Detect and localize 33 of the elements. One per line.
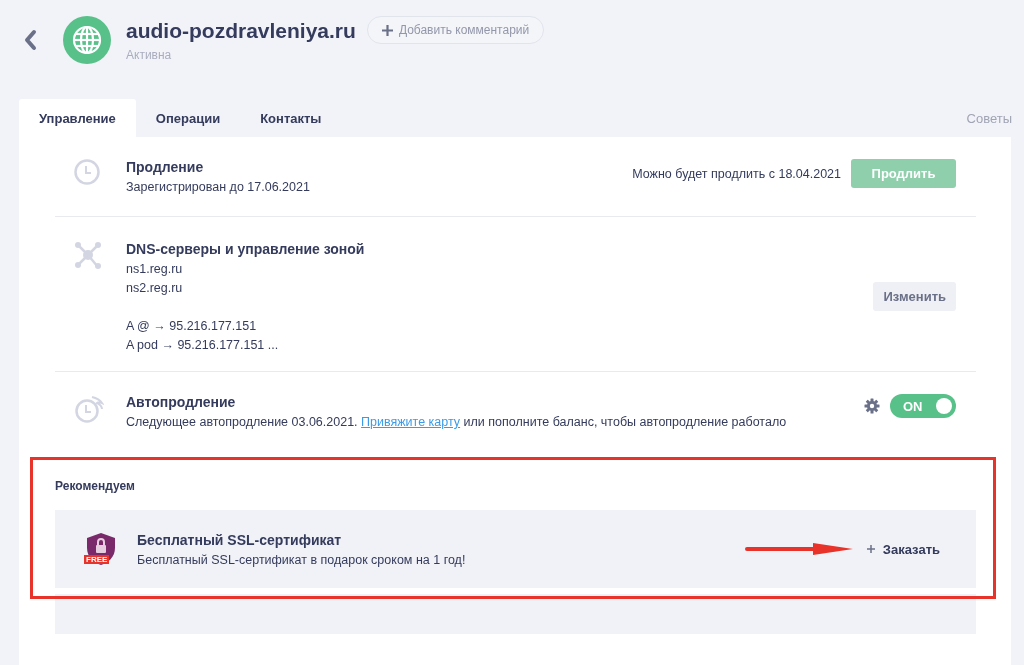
- renewal-note: Можно будет продлить с 18.04.2021: [632, 166, 841, 181]
- section-title: Автопродление: [126, 394, 237, 410]
- settings-icon[interactable]: [864, 398, 880, 414]
- section-title: Продление: [126, 159, 205, 175]
- back-icon[interactable]: [22, 29, 38, 51]
- order-button[interactable]: Заказать: [860, 540, 946, 558]
- edit-button[interactable]: Изменить: [873, 282, 956, 311]
- clock-flame-icon: [74, 394, 104, 424]
- tab[interactable]: Контакты: [240, 99, 342, 137]
- tab[interactable]: Управление: [19, 99, 136, 137]
- plus-icon: [866, 545, 875, 553]
- tips-link[interactable]: Советы: [966, 110, 1012, 126]
- offer-description: Бесплатный SSL-сертификат в подарок сроком на 1 год!: [137, 552, 467, 567]
- shield-lock-icon: FREE: [85, 532, 117, 566]
- globe-icon: [63, 16, 111, 64]
- dns-record: A @ → 95.216.177.151: [126, 319, 258, 333]
- bind-card-link[interactable]: Привяжите карту: [361, 415, 461, 429]
- domain-title: audio-pozdravleniya.ru: [126, 17, 356, 43]
- detail-text: ns1.reg.ru: [126, 262, 184, 276]
- tab[interactable]: Операции: [135, 99, 241, 137]
- network-icon: [74, 241, 102, 269]
- plus-icon: [381, 24, 393, 36]
- autorenew-text: Следующее автопродление 03.06.2021. Привяжите карту или пополните баланс, чтобы автопродление работало: [126, 415, 788, 429]
- toggle-switch[interactable]: ON: [890, 394, 956, 418]
- detail-text: Зарегистрирован до 17.06.2021: [126, 180, 311, 194]
- dns-record: A pod → 95.216.177.151 ...: [126, 338, 280, 352]
- detail-text: ns2.reg.ru: [126, 281, 184, 295]
- clock-icon: [74, 159, 100, 185]
- section-title: DNS-серверы и управление зоной: [126, 241, 366, 257]
- recommend-heading: Рекомендуем: [55, 479, 136, 493]
- domain-status: Активна: [126, 48, 173, 62]
- offer-title: Бесплатный SSL-сертификат: [137, 531, 343, 548]
- add-comment-button[interactable]: Добавить комментарий: [366, 16, 545, 44]
